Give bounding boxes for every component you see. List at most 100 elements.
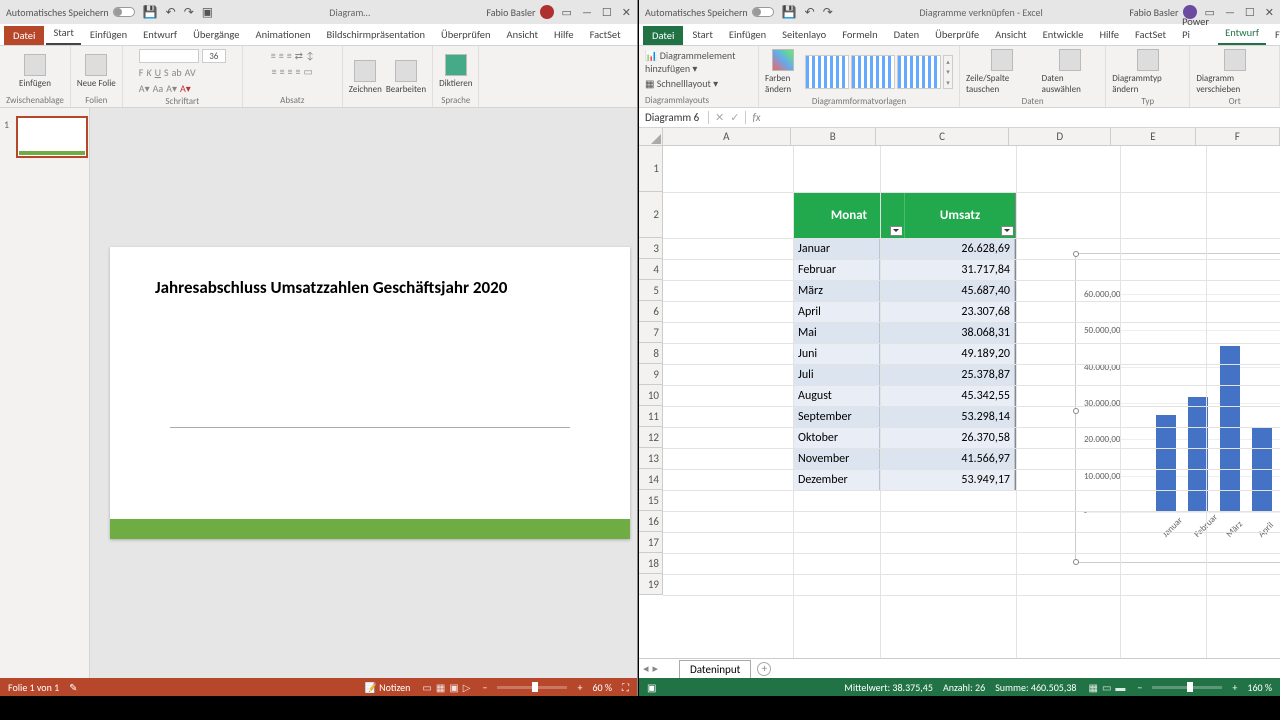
row-headers[interactable]: 12345678910111213141516171819 bbox=[639, 146, 663, 595]
tab-seitenlayo[interactable]: Seitenlayo bbox=[775, 25, 833, 45]
zoom-slider[interactable] bbox=[1152, 686, 1222, 689]
tab-entwurf[interactable]: Entwurf bbox=[136, 25, 184, 45]
column-headers[interactable]: ABCDEF bbox=[663, 128, 1280, 146]
tab-daten[interactable]: Daten bbox=[887, 25, 927, 45]
table-row[interactable]: Januar26.628,69 bbox=[794, 238, 1015, 259]
new-slide-button[interactable]: Neue Folie bbox=[77, 54, 116, 89]
slide-canvas[interactable]: Jahresabschluss Umsatzzahlen Geschäftsja… bbox=[110, 247, 630, 539]
zoom-out-button[interactable]: − bbox=[482, 681, 487, 694]
tab-einfügen[interactable]: Einfügen bbox=[722, 25, 773, 45]
tab-factset[interactable]: FactSet bbox=[583, 25, 628, 45]
save-icon: 💾 bbox=[143, 5, 158, 20]
table-row[interactable]: Juli25.378,87 bbox=[794, 364, 1015, 385]
table-row[interactable]: August45.342,55 bbox=[794, 385, 1015, 406]
dictate-button[interactable]: Diktieren bbox=[439, 54, 472, 89]
spellcheck-icon[interactable]: ✎ bbox=[69, 681, 77, 694]
font-style-buttons[interactable]: FKUSabAV bbox=[139, 66, 196, 79]
table-row[interactable]: September53.298,14 bbox=[794, 406, 1015, 427]
col-header-umsatz: Umsatz bbox=[905, 193, 1015, 238]
table-row[interactable]: Dezember53.949,17 bbox=[794, 469, 1015, 490]
table-row[interactable]: April23.307,68 bbox=[794, 301, 1015, 322]
table-row[interactable]: Mai38.068,31 bbox=[794, 322, 1015, 343]
content-placeholder[interactable] bbox=[170, 427, 570, 428]
notes-button[interactable]: 📝 Notizen bbox=[364, 681, 410, 694]
fx-icon[interactable]: fx bbox=[746, 111, 766, 124]
cells-area[interactable]: Monat Umsatz Januar26.628,69Februar31.71… bbox=[663, 146, 1280, 658]
tab-start[interactable]: Start bbox=[46, 23, 80, 45]
filter-icon[interactable] bbox=[890, 226, 902, 236]
select-data-button[interactable]: Daten auswählen bbox=[1042, 49, 1100, 95]
quick-access-toolbar[interactable]: 💾↶↷▣ bbox=[143, 5, 213, 20]
sheet-tab-dateninput[interactable]: Dateninput bbox=[679, 660, 751, 678]
tab-hilfe[interactable]: Hilfe bbox=[1092, 25, 1126, 45]
filter-icon[interactable] bbox=[1001, 226, 1013, 236]
tab-datei[interactable]: Datei bbox=[643, 26, 683, 45]
font-more-buttons[interactable]: A▾AaA▾A▾ bbox=[139, 82, 191, 95]
tab-überprüfe[interactable]: Überprüfe bbox=[928, 25, 986, 45]
quick-access-toolbar[interactable]: 💾↶↷ bbox=[782, 5, 833, 20]
font-size-input[interactable]: 36 bbox=[202, 49, 226, 63]
chart-styles-gallery[interactable]: ▴▾▾ bbox=[805, 55, 953, 89]
tab-übergänge[interactable]: Übergänge bbox=[186, 25, 246, 45]
autosave-toggle[interactable]: Automatisches Speichern bbox=[645, 6, 774, 19]
edit-button[interactable]: Bearbeiten bbox=[386, 60, 426, 95]
zoom-level[interactable]: 60 % bbox=[592, 681, 612, 694]
tab-ansicht[interactable]: Ansicht bbox=[988, 25, 1034, 45]
user-account[interactable]: Fabio Basler bbox=[486, 5, 553, 19]
add-chart-element-button[interactable]: 📊 Diagrammelement hinzufügen ▾ bbox=[645, 49, 752, 75]
cancel-icon[interactable]: ✕ bbox=[715, 111, 724, 124]
tab-überprüfen[interactable]: Überprüfen bbox=[434, 25, 498, 45]
move-chart-button[interactable]: Diagramm verschieben bbox=[1196, 49, 1273, 95]
enter-icon[interactable]: ✓ bbox=[730, 111, 739, 124]
paste-button[interactable]: Einfügen bbox=[19, 54, 51, 89]
zoom-out-button[interactable]: − bbox=[1137, 681, 1142, 694]
zoom-level[interactable]: 160 % bbox=[1247, 681, 1272, 694]
tab-formeln[interactable]: Formeln bbox=[835, 25, 884, 45]
tab-einfügen[interactable]: Einfügen bbox=[83, 25, 134, 45]
tab-entwickle[interactable]: Entwickle bbox=[1036, 25, 1091, 45]
tab-power pi[interactable]: Power Pi bbox=[1175, 12, 1216, 45]
align-buttons[interactable]: ≡≡≡≡▭ bbox=[272, 65, 313, 78]
tab-animationen[interactable]: Animationen bbox=[249, 25, 318, 45]
zoom-in-button[interactable]: + bbox=[1232, 681, 1237, 694]
window-controls[interactable]: ▭—☐✕ bbox=[562, 6, 631, 19]
table-row[interactable]: Februar31.717,84 bbox=[794, 259, 1015, 280]
tab-factset[interactable]: FactSet bbox=[1128, 25, 1173, 45]
sheet-nav-buttons[interactable]: ◂▸ bbox=[643, 662, 658, 675]
quick-layout-button[interactable]: ▦ Schnelllayout ▾ bbox=[645, 77, 718, 90]
para-buttons[interactable]: ≡≡≡⇄↕ bbox=[271, 49, 314, 62]
name-box[interactable]: Diagramm 6 bbox=[639, 111, 709, 124]
chart-bar[interactable] bbox=[1156, 415, 1176, 512]
tab-datei[interactable]: Datei bbox=[4, 26, 44, 45]
windows-taskbar[interactable] bbox=[0, 696, 1280, 720]
change-colors-button[interactable]: Farben ändern bbox=[765, 49, 801, 95]
fit-button[interactable]: ⛶ bbox=[622, 681, 629, 694]
draw-button[interactable]: Zeichnen bbox=[349, 60, 382, 95]
table-row[interactable]: November41.566,97 bbox=[794, 448, 1015, 469]
font-name-input[interactable] bbox=[139, 49, 199, 63]
table-row[interactable]: März45.687,40 bbox=[794, 280, 1015, 301]
view-buttons[interactable]: ▭▦▣▷ bbox=[420, 681, 472, 694]
record-macro-icon[interactable]: ▣ bbox=[647, 681, 656, 694]
embedded-chart[interactable]: 10.000,0020.000,0030.000,0040.000,0050.0… bbox=[1075, 253, 1280, 563]
slide-thumb-1[interactable]: 1 bbox=[6, 116, 83, 158]
select-all-corner[interactable] bbox=[639, 128, 663, 146]
chart-bar[interactable] bbox=[1188, 397, 1208, 512]
switch-row-col-button[interactable]: Zeile/Spalte tauschen bbox=[966, 49, 1038, 95]
view-buttons[interactable]: ▦▭▬ bbox=[1087, 681, 1128, 694]
tab-format[interactable]: Format bbox=[1268, 25, 1280, 45]
data-table[interactable]: Monat Umsatz Januar26.628,69Februar31.71… bbox=[793, 192, 1016, 491]
tab-hilfe[interactable]: Hilfe bbox=[547, 25, 581, 45]
zoom-in-button[interactable]: + bbox=[577, 681, 582, 694]
tab-entwurf[interactable]: Entwurf bbox=[1218, 23, 1266, 45]
new-sheet-button[interactable]: + bbox=[757, 662, 771, 676]
tab-start[interactable]: Start bbox=[685, 25, 719, 45]
tab-ansicht[interactable]: Ansicht bbox=[500, 25, 546, 45]
table-row[interactable]: Oktober26.370,58 bbox=[794, 427, 1015, 448]
tab-bildschirmpräsentation[interactable]: Bildschirmpräsentation bbox=[319, 25, 432, 45]
table-row[interactable]: Juni49.189,20 bbox=[794, 343, 1015, 364]
chart-bar[interactable] bbox=[1220, 346, 1240, 512]
zoom-slider[interactable] bbox=[497, 686, 567, 689]
change-chart-type-button[interactable]: Diagrammtyp ändern bbox=[1112, 49, 1183, 95]
autosave-toggle[interactable]: Automatisches Speichern bbox=[6, 6, 135, 19]
